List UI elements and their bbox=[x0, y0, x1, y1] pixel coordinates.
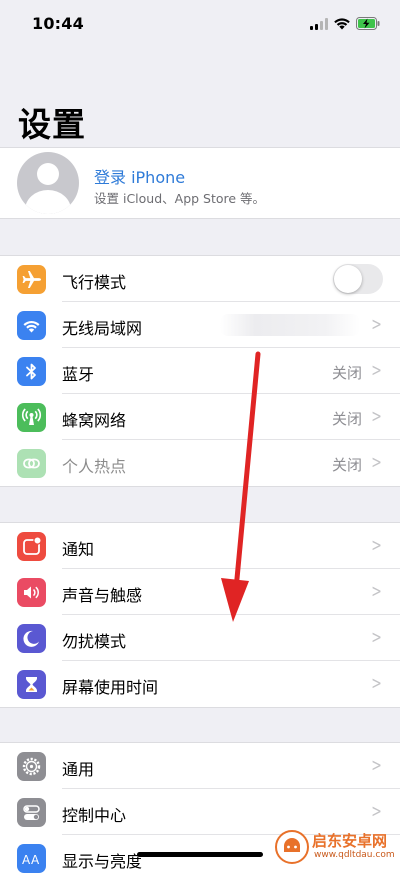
settings-row-sounds-haptics[interactable]: 声音与触感 > bbox=[0, 569, 400, 615]
cellular-antenna-icon bbox=[17, 403, 46, 432]
settings-row-value: 关闭 bbox=[331, 364, 362, 382]
chevron-right-icon: > bbox=[371, 452, 382, 473]
settings-row-value: 关闭 bbox=[331, 410, 362, 428]
svg-text:A: A bbox=[22, 853, 31, 867]
wifi-status-icon bbox=[334, 18, 350, 30]
settings-row-notifications[interactable]: 通知 > bbox=[0, 523, 400, 569]
chevron-right-icon: > bbox=[371, 581, 382, 602]
settings-row-label: 勿扰模式 bbox=[62, 632, 127, 651]
settings-row-screen-time[interactable]: 屏幕使用时间 > bbox=[0, 661, 400, 707]
status-bar: 10:44 bbox=[0, 0, 400, 50]
chevron-right-icon: > bbox=[371, 314, 382, 335]
bluetooth-icon bbox=[17, 357, 46, 386]
settings-row-label: 通知 bbox=[62, 540, 95, 559]
settings-row-cellular[interactable]: 蜂窝网络 关闭 > bbox=[0, 394, 400, 440]
battery-charging-icon bbox=[356, 17, 380, 30]
settings-row-label: 控制中心 bbox=[62, 806, 127, 825]
svg-text:A: A bbox=[31, 853, 40, 867]
hotspot-link-icon bbox=[17, 449, 46, 478]
hourglass-icon bbox=[17, 670, 46, 699]
settings-row-label: 声音与触感 bbox=[62, 586, 143, 605]
settings-row-label: 通用 bbox=[62, 760, 95, 779]
settings-row-label: 蜂窝网络 bbox=[62, 411, 127, 430]
settings-row-label: 屏幕使用时间 bbox=[62, 678, 159, 697]
settings-row-wifi[interactable]: 无线局域网 > bbox=[0, 302, 400, 348]
page-title: 设置 bbox=[18, 105, 86, 144]
speaker-icon bbox=[17, 578, 46, 607]
settings-row-general[interactable]: 通用 > bbox=[0, 743, 400, 789]
notification-icon bbox=[17, 532, 46, 561]
chevron-right-icon: > bbox=[371, 755, 382, 776]
airplane-mode-toggle[interactable] bbox=[333, 264, 383, 294]
settings-row-label: 显示与亮度 bbox=[62, 852, 143, 871]
sign-in-label: 登录 iPhone bbox=[94, 168, 186, 187]
chevron-right-icon: > bbox=[371, 360, 382, 381]
settings-row-label: 无线局域网 bbox=[62, 319, 143, 338]
settings-row-label: 飞行模式 bbox=[62, 273, 127, 292]
chevron-right-icon: > bbox=[371, 801, 382, 822]
chevron-right-icon: > bbox=[371, 406, 382, 427]
watermark: 启东安卓网 www.qdltdau.com bbox=[272, 826, 400, 866]
settings-row-do-not-disturb[interactable]: 勿扰模式 > bbox=[0, 615, 400, 661]
toggles-icon bbox=[17, 798, 46, 827]
settings-row-label: 个人热点 bbox=[62, 457, 127, 476]
watermark-url: www.qdltdau.com bbox=[314, 850, 395, 860]
chevron-right-icon: > bbox=[371, 627, 382, 648]
notifications-group: 通知 > 声音与触感 > 勿扰模式 > 屏幕使用时间 > bbox=[0, 522, 400, 708]
settings-row-bluetooth[interactable]: 蓝牙 关闭 > bbox=[0, 348, 400, 394]
chevron-right-icon: > bbox=[371, 673, 382, 694]
settings-row-value: 关闭 bbox=[331, 456, 362, 474]
status-time: 10:44 bbox=[32, 14, 84, 33]
settings-row-label: 蓝牙 bbox=[62, 365, 95, 384]
wifi-network-name-blurred bbox=[220, 314, 360, 336]
connectivity-group: 飞行模式 无线局域网 > 蓝牙 关闭 > 蜂窝网络 关闭 > 个人热点 关闭 > bbox=[0, 255, 400, 487]
apple-id-sign-in-row[interactable]: 登录 iPhone 设置 iCloud、App Store 等。 bbox=[0, 147, 400, 219]
settings-row-airplane-mode[interactable]: 飞行模式 bbox=[0, 256, 400, 302]
watermark-logo-icon bbox=[275, 830, 309, 864]
sign-in-subtitle: 设置 iCloud、App Store 等。 bbox=[94, 191, 266, 206]
watermark-title: 启东安卓网 bbox=[312, 832, 388, 850]
gear-icon bbox=[17, 752, 46, 781]
wifi-icon bbox=[17, 311, 46, 340]
home-indicator[interactable] bbox=[137, 852, 263, 857]
text-size-icon: A A bbox=[17, 844, 46, 873]
moon-icon bbox=[17, 624, 46, 653]
chevron-right-icon: > bbox=[371, 535, 382, 556]
airplane-icon bbox=[17, 265, 46, 294]
settings-row-personal-hotspot[interactable]: 个人热点 关闭 > bbox=[0, 440, 400, 486]
cellular-signal-icon bbox=[310, 18, 330, 30]
avatar bbox=[17, 152, 79, 214]
